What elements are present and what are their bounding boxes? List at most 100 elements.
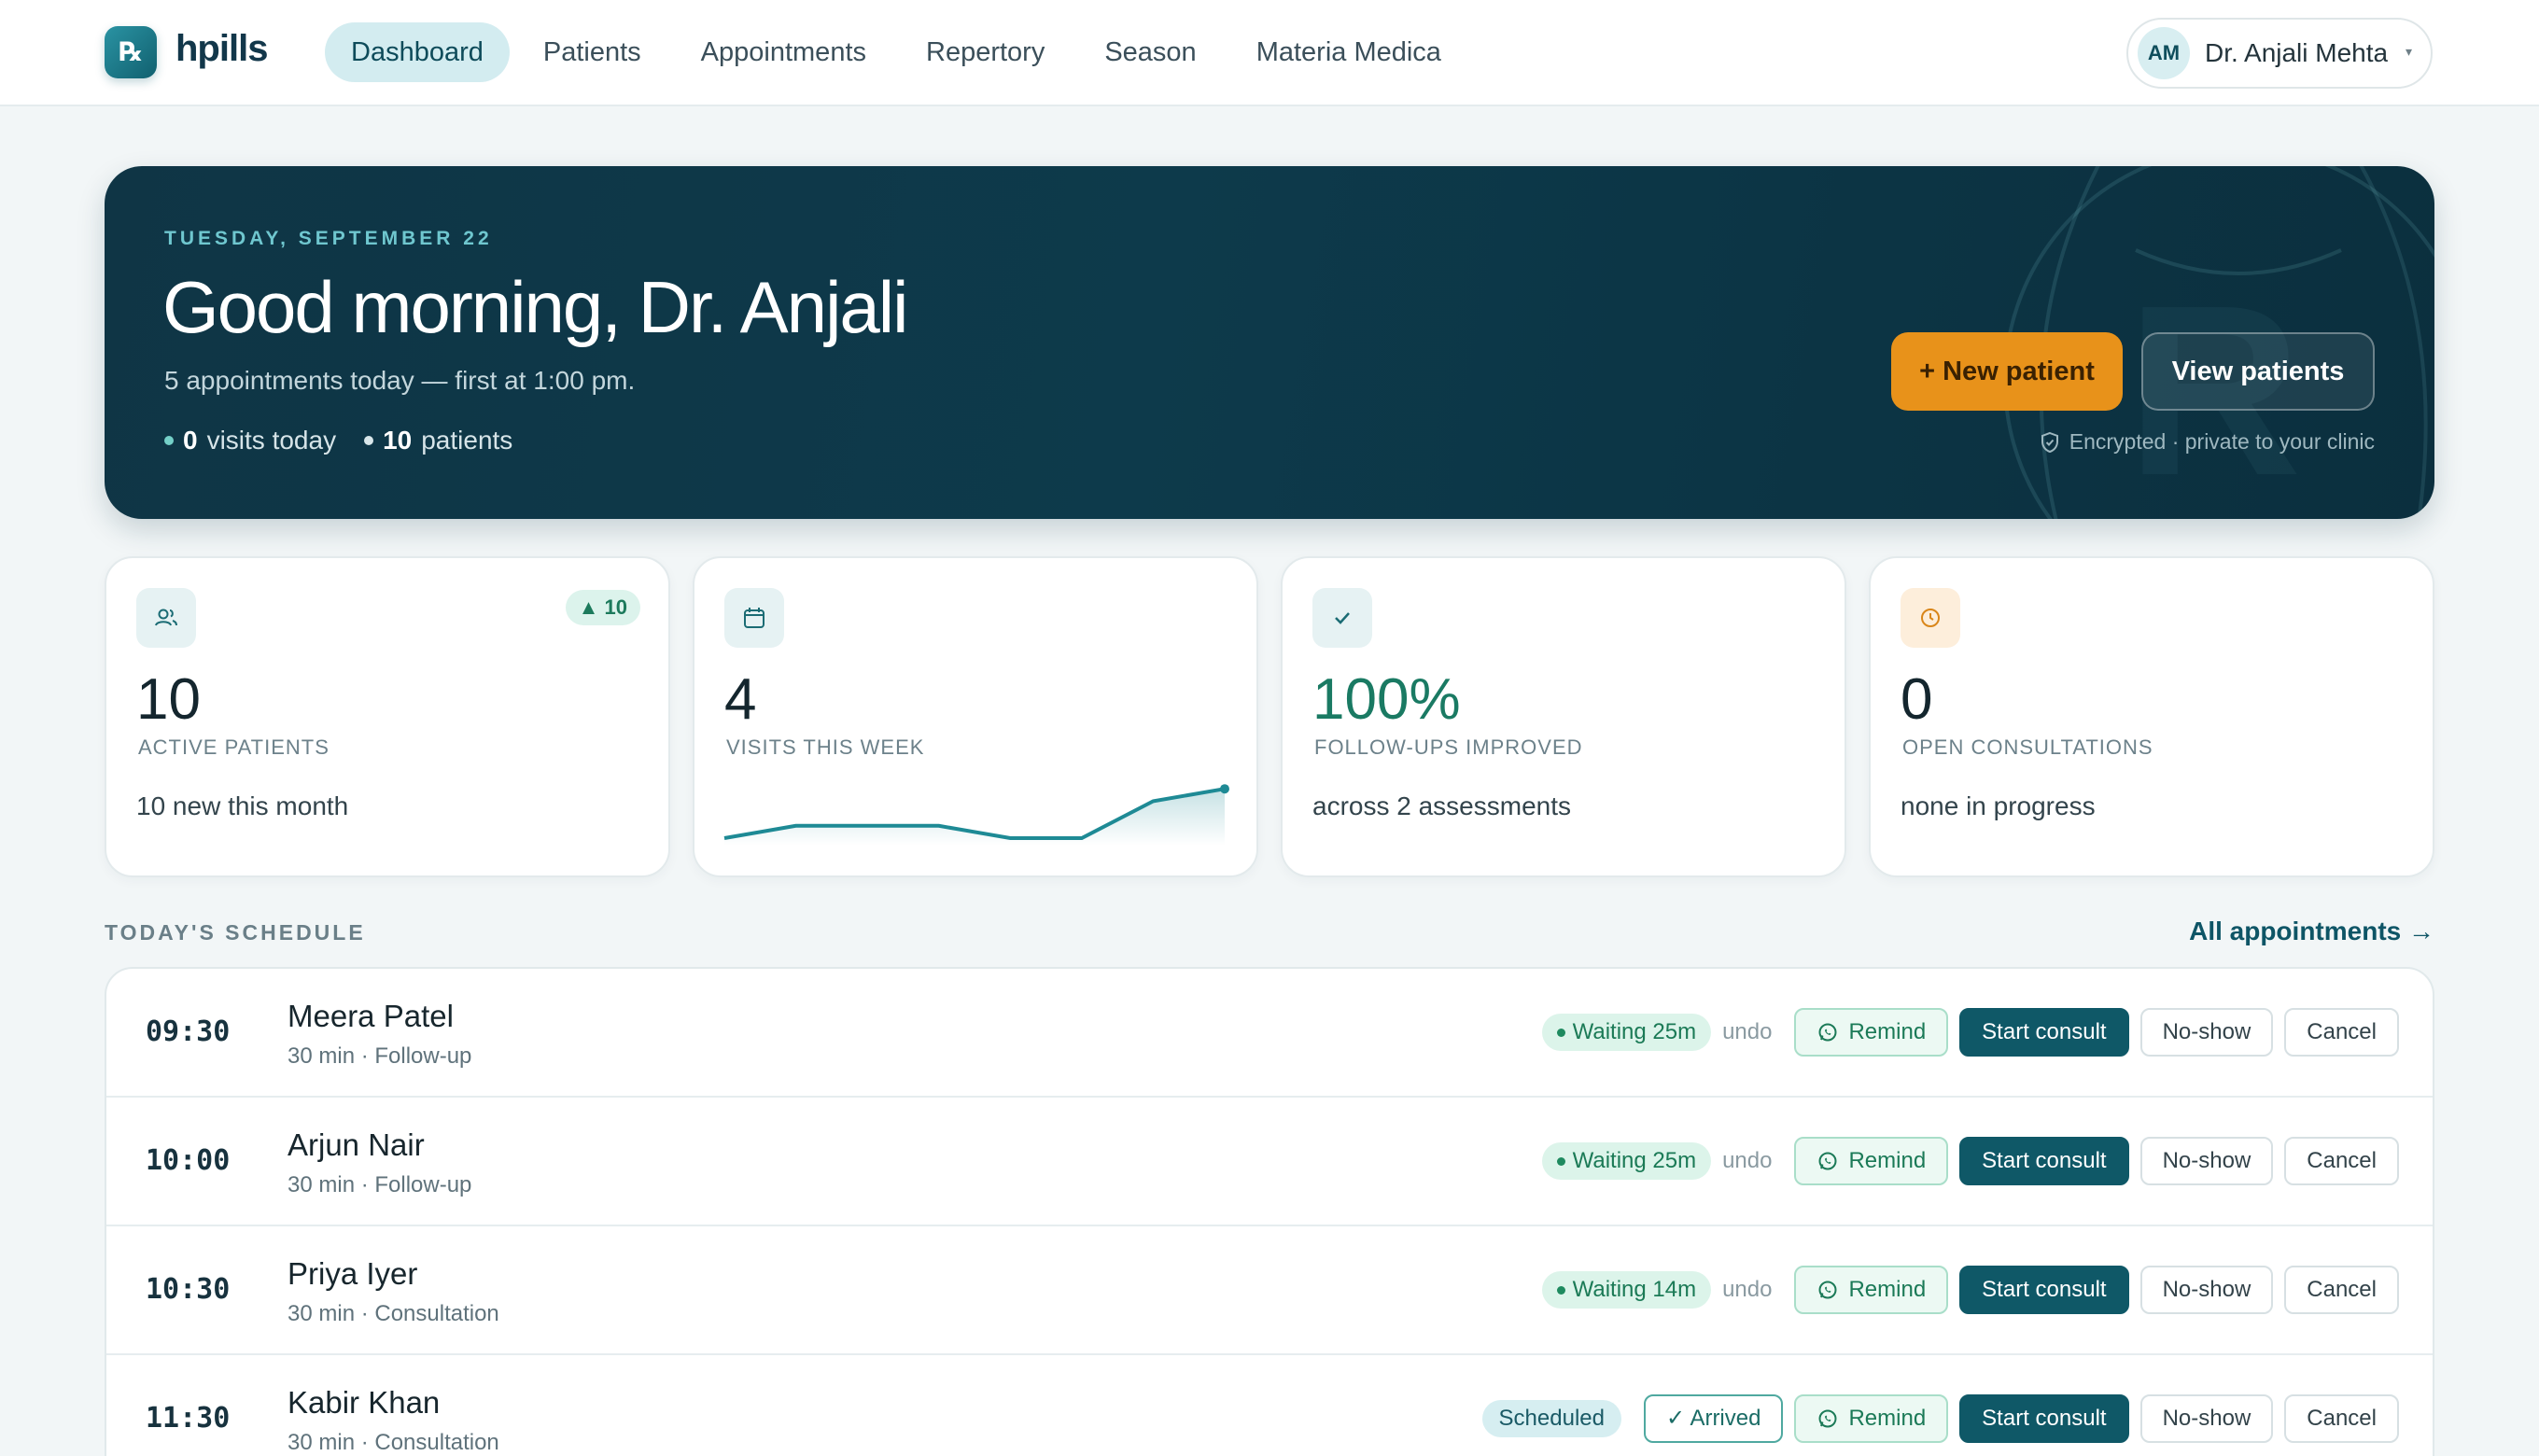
no-show-button[interactable]: No-show	[2139, 1266, 2274, 1314]
patient-name[interactable]: Kabir Khan	[288, 1385, 440, 1421]
patients-stat: 10 patients	[364, 426, 512, 455]
active-patients-card[interactable]: ▲ 10 10 ACTIVE PATIENTS 10 new this mont…	[105, 556, 670, 877]
row-actions: Waiting 25m undo Remind Start consult No…	[1541, 1137, 2399, 1185]
status-text: Waiting 14m	[1572, 1277, 1697, 1302]
encryption-note: Encrypted · private to your clinic	[2040, 429, 2375, 455]
visits-today-value: 0	[183, 426, 198, 455]
nav-patients[interactable]: Patients	[517, 22, 667, 82]
remind-label: Remind	[1848, 1277, 1927, 1302]
status-text: Waiting 25m	[1572, 1019, 1697, 1044]
undo-link[interactable]: undo	[1722, 1148, 1772, 1174]
nav-materia-medica[interactable]: Materia Medica	[1230, 22, 1467, 82]
sparkline-last-point	[1220, 784, 1229, 794]
trend-badge: ▲ 10	[565, 590, 640, 625]
cancel-button[interactable]: Cancel	[2284, 1008, 2399, 1057]
patient-name[interactable]: Meera Patel	[288, 999, 454, 1034]
arrived-button[interactable]: ✓ Arrived	[1643, 1394, 1784, 1443]
start-consult-button[interactable]: Start consult	[1959, 1008, 2129, 1057]
app-name[interactable]: hpills	[175, 28, 268, 70]
patient-name[interactable]: Priya Iyer	[288, 1256, 417, 1292]
no-show-button[interactable]: No-show	[2139, 1008, 2274, 1057]
appointment-time: 11:30	[146, 1402, 231, 1435]
avatar: AM	[2138, 27, 2190, 79]
remind-label: Remind	[1848, 1019, 1927, 1044]
rx-logo-icon[interactable]: ℞	[105, 26, 157, 78]
schedule-row[interactable]: 10:00 Arjun Nair 30 min · Follow-up Wait…	[106, 1098, 2433, 1226]
start-consult-button[interactable]: Start consult	[1959, 1394, 2129, 1443]
nav-dashboard[interactable]: Dashboard	[325, 22, 510, 82]
row-actions: Scheduled ✓ Arrived Remind Start consult…	[1481, 1394, 2399, 1443]
remind-label: Remind	[1848, 1148, 1927, 1173]
user-name: Dr. Anjali Mehta	[2205, 38, 2389, 67]
visits-this-week-card[interactable]: 4 VISITS THIS WEEK	[693, 556, 1258, 877]
patient-name[interactable]: Arjun Nair	[288, 1127, 425, 1163]
schedule-heading: TODAY'S SCHEDULE	[105, 920, 366, 945]
card-label: OPEN CONSULTATIONS	[1902, 735, 2153, 759]
view-patients-button[interactable]: View patients	[2141, 332, 2375, 411]
status-dot-icon	[364, 436, 374, 445]
card-note: 10 new this month	[136, 791, 349, 820]
all-appointments-link[interactable]: All appointments →	[2189, 917, 2434, 946]
start-consult-button[interactable]: Start consult	[1959, 1266, 2129, 1314]
nav-appointments[interactable]: Appointments	[675, 22, 892, 82]
patients-label: patients	[421, 426, 513, 455]
nav-season[interactable]: Season	[1078, 22, 1222, 82]
cancel-button[interactable]: Cancel	[2284, 1394, 2399, 1443]
appointment-time: 10:30	[146, 1273, 231, 1306]
user-menu[interactable]: AM Dr. Anjali Mehta ▾	[2126, 18, 2433, 89]
remind-button[interactable]: Remind	[1794, 1394, 1949, 1443]
follow-ups-improved-card[interactable]: 100% FOLLOW-UPS IMPROVED across 2 assess…	[1281, 556, 1846, 877]
no-show-button[interactable]: No-show	[2139, 1137, 2274, 1185]
waiting-status-badge: Waiting 14m	[1541, 1271, 1712, 1309]
no-show-button[interactable]: No-show	[2139, 1394, 2274, 1443]
whatsapp-icon	[1818, 1409, 1837, 1428]
appointment-meta: 30 min · Consultation	[288, 1301, 499, 1326]
open-consultations-card[interactable]: 0 OPEN CONSULTATIONS none in progress	[1869, 556, 2434, 877]
undo-link[interactable]: undo	[1722, 1277, 1772, 1303]
visits-today-label: visits today	[206, 426, 337, 455]
schedule-row[interactable]: 11:30 Kabir Khan 30 min · Consultation S…	[106, 1355, 2433, 1456]
status-dot-icon	[1556, 1285, 1565, 1295]
whatsapp-icon	[1818, 1152, 1837, 1170]
card-label: VISITS THIS WEEK	[726, 735, 925, 759]
nav-repertory[interactable]: Repertory	[900, 22, 1071, 82]
schedule-row[interactable]: 10:30 Priya Iyer 30 min · Consultation W…	[106, 1226, 2433, 1355]
status-dot-icon	[164, 436, 174, 445]
appointment-time: 09:30	[146, 1015, 231, 1048]
schedule-row[interactable]: 09:30 Meera Patel 30 min · Follow-up Wai…	[106, 969, 2433, 1098]
visits-today-stat: 0 visits today	[164, 426, 336, 455]
remind-label: Remind	[1848, 1406, 1927, 1431]
whatsapp-icon	[1818, 1023, 1837, 1042]
remind-button[interactable]: Remind	[1794, 1137, 1949, 1185]
waiting-status-badge: Waiting 25m	[1541, 1014, 1712, 1051]
row-actions: Waiting 14m undo Remind Start consult No…	[1541, 1266, 2399, 1314]
whatsapp-icon	[1818, 1281, 1837, 1299]
main-nav: Dashboard Patients Appointments Repertor…	[325, 22, 1467, 82]
status-dot-icon	[1556, 1156, 1565, 1166]
undo-link[interactable]: undo	[1722, 1019, 1772, 1045]
hero-date: TUESDAY, SEPTEMBER 22	[164, 228, 493, 249]
card-label: ACTIVE PATIENTS	[138, 735, 330, 759]
new-patient-button[interactable]: + New patient	[1891, 332, 2123, 411]
encryption-note-text: Encrypted · private to your clinic	[2069, 429, 2375, 454]
remind-button[interactable]: Remind	[1794, 1008, 1949, 1057]
visits-sparkline-chart	[723, 784, 1229, 846]
card-value: 10	[136, 667, 201, 732]
appointment-time: 10:00	[146, 1144, 231, 1177]
remind-button[interactable]: Remind	[1794, 1266, 1949, 1314]
sparkline-area	[724, 789, 1225, 846]
card-label: FOLLOW-UPS IMPROVED	[1314, 735, 1583, 759]
appointment-meta: 30 min · Follow-up	[288, 1043, 472, 1069]
waiting-status-badge: Waiting 25m	[1541, 1142, 1712, 1180]
top-navigation-bar: ℞ hpills Dashboard Patients Appointments…	[0, 0, 2539, 106]
status-dot-icon	[1556, 1028, 1565, 1037]
card-note: across 2 assessments	[1312, 791, 1571, 820]
card-value: 0	[1901, 667, 1933, 732]
row-actions: Waiting 25m undo Remind Start consult No…	[1541, 1008, 2399, 1057]
cancel-button[interactable]: Cancel	[2284, 1266, 2399, 1314]
users-icon	[136, 588, 196, 648]
start-consult-button[interactable]: Start consult	[1959, 1137, 2129, 1185]
card-value: 100%	[1312, 667, 1461, 732]
card-value: 4	[724, 667, 757, 732]
cancel-button[interactable]: Cancel	[2284, 1137, 2399, 1185]
